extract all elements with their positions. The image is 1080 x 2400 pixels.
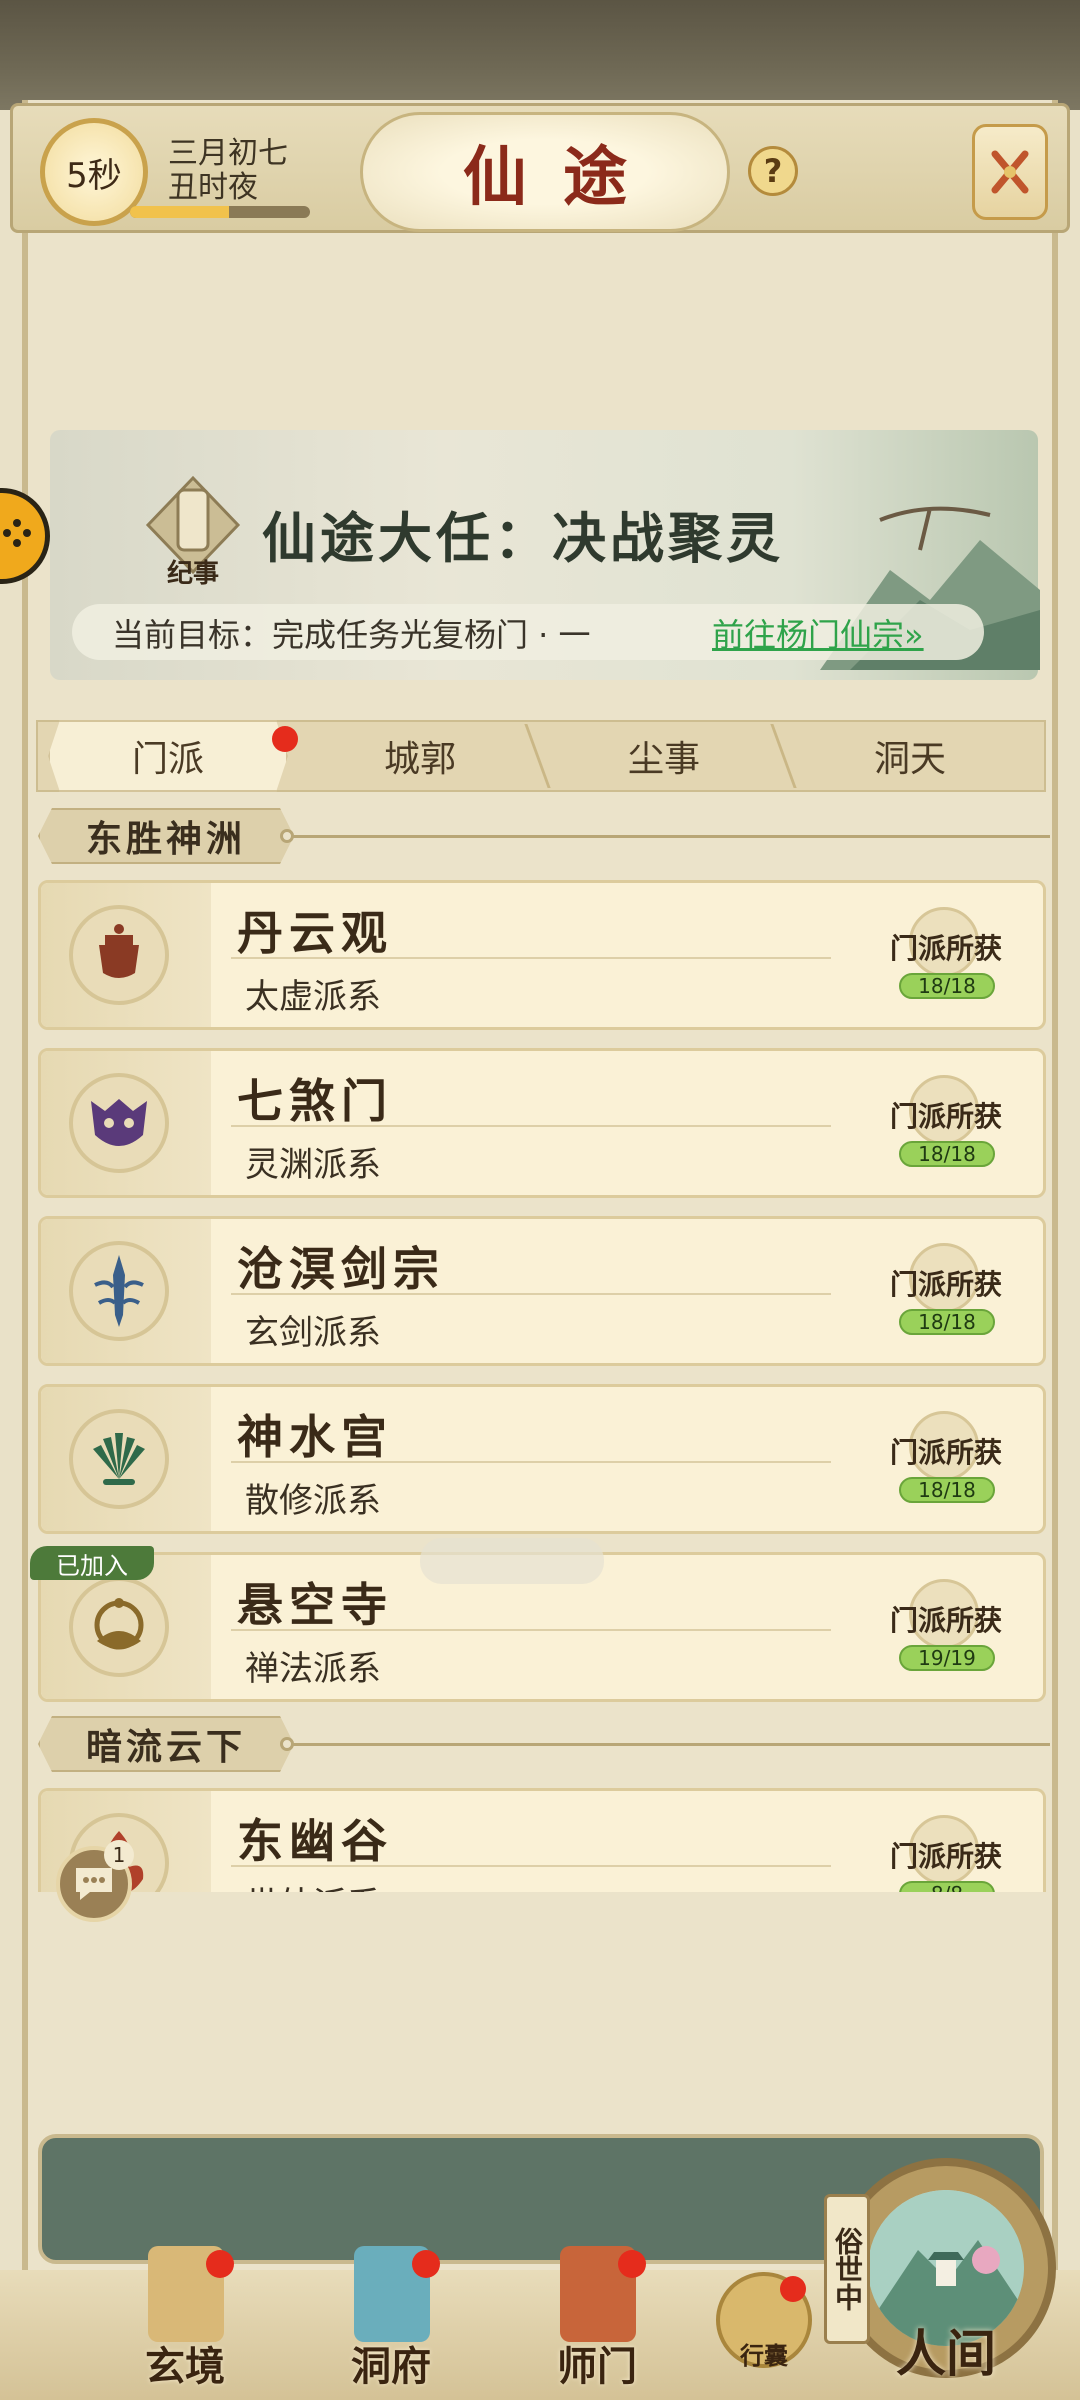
badge-label: 门派所获 — [889, 1268, 1002, 1301]
nav-mystic-realm[interactable]: 玄境 — [110, 2236, 260, 2400]
tab-cities[interactable]: 城郭 — [300, 720, 540, 792]
joined-badge: 已加入 — [30, 1546, 154, 1580]
badge-label: 门派所获 — [889, 1840, 1002, 1873]
quest-goto-label: 前往杨门仙宗 — [712, 616, 905, 654]
time-of-day: 丑时夜 — [168, 170, 258, 205]
nav-master-sect[interactable]: 师门 — [522, 2236, 672, 2400]
badge-count: 18/18 — [899, 973, 995, 999]
help-button[interactable]: ? — [748, 146, 798, 196]
sect-reward-badge[interactable]: 门派所获 8/8 — [881, 1811, 1011, 1892]
list-bottom-area — [28, 1892, 1052, 2142]
region-header: 东胜神洲 — [38, 808, 294, 864]
badge-count: 19/19 — [899, 1645, 995, 1671]
notification-dot — [618, 2250, 646, 2278]
close-button[interactable] — [972, 124, 1048, 220]
notification-dot — [780, 2276, 806, 2302]
lotus-bell-icon — [69, 1577, 169, 1677]
sect-school: 散修派系 — [245, 1481, 381, 1521]
sect-card[interactable]: 沧溟剑宗 玄剑派系 门派所获 18/18 — [38, 1216, 1046, 1366]
sect-card[interactable]: 七煞门 灵渊派系 门派所获 18/18 — [38, 1048, 1046, 1198]
sect-name: 东幽谷 — [237, 1814, 393, 1868]
card-divider — [231, 1629, 831, 1631]
badge-label: 门派所获 — [889, 1604, 1002, 1637]
sect-school: 世外派系 — [245, 1877, 381, 1892]
bag-label: 行囊 — [740, 2341, 788, 2370]
badge-count: 8/8 — [899, 1881, 995, 1892]
chronicle-label: 纪事 — [167, 558, 219, 589]
region-divider-knob — [280, 1737, 294, 1751]
chat-unread-count: 1 — [104, 1840, 134, 1870]
sect-reward-badge[interactable]: 门派所获 18/18 — [881, 1407, 1011, 1517]
sect-reward-badge[interactable]: 门派所获 18/18 — [881, 1239, 1011, 1349]
sect-school: 太虚派系 — [245, 977, 381, 1017]
badge-label: 门派所获 — [889, 1100, 1002, 1133]
badge-label: 门派所获 — [889, 932, 1002, 965]
sect-name: 悬空寺 — [237, 1578, 393, 1632]
toast-placeholder — [420, 1538, 604, 1584]
sect-school: 灵渊派系 — [245, 1145, 381, 1185]
nav-label: 洞府 — [351, 2343, 431, 2390]
sect-card[interactable]: 神水宫 散修派系 门派所获 18/18 — [38, 1384, 1046, 1534]
card-divider — [231, 957, 831, 959]
tab-caves[interactable]: 洞天 — [790, 720, 1030, 792]
badge-count: 18/18 — [899, 1309, 995, 1335]
badge-count: 18/18 — [899, 1477, 995, 1503]
sect-school: 禅法派系 — [245, 1649, 381, 1689]
card-divider — [231, 1865, 831, 1867]
card-divider — [231, 1461, 831, 1463]
close-icon — [991, 150, 1029, 194]
world-label: 人间 — [896, 2324, 996, 2383]
nav-label: 师门 — [557, 2343, 637, 2390]
sect-reward-badge[interactable]: 门派所获 19/19 — [881, 1575, 1011, 1685]
badge-count: 18/18 — [899, 1141, 995, 1167]
top-background — [0, 0, 1080, 110]
notification-dot — [412, 2250, 440, 2278]
chat-bubble-icon — [76, 1868, 112, 1900]
sect-name: 丹云观 — [237, 906, 393, 960]
tab-sects[interactable]: 门派 — [48, 720, 288, 792]
time-progress-bar — [130, 206, 310, 218]
notification-dot — [272, 726, 298, 752]
nav-cave-dwelling[interactable]: 洞府 — [316, 2236, 466, 2400]
sect-name: 沧溟剑宗 — [237, 1242, 445, 1296]
page-title: 仙途 — [463, 140, 663, 215]
time-progress-fill — [130, 206, 229, 218]
quest-title: 仙途大任：决战聚灵 — [262, 506, 784, 570]
sect-school: 玄剑派系 — [245, 1313, 381, 1353]
region-divider-knob — [280, 829, 294, 843]
quest-goal-text: 当前目标：完成任务光复杨门 · 一 — [112, 616, 591, 654]
badge-label: 门派所获 — [889, 1436, 1002, 1469]
sect-name: 七煞门 — [237, 1074, 393, 1128]
sect-reward-badge[interactable]: 门派所获 18/18 — [881, 1071, 1011, 1181]
sect-card[interactable]: 丹云观 太虚派系 门派所获 18/18 — [38, 880, 1046, 1030]
card-divider — [231, 1125, 831, 1127]
notification-dot — [206, 2250, 234, 2278]
sect-card[interactable]: 东幽谷 世外派系 门派所获 8/8 — [38, 1788, 1046, 1892]
quest-goto-link[interactable]: 前往杨门仙宗» — [712, 610, 924, 656]
cauldron-icon — [69, 905, 169, 1005]
nav-label: 玄境 — [145, 2343, 225, 2390]
tab-affairs[interactable]: 尘事 — [544, 720, 784, 792]
fan-leaf-icon — [69, 1409, 169, 1509]
sect-name: 神水宫 — [237, 1410, 393, 1464]
region-header: 暗流云下 — [38, 1716, 294, 1772]
demon-mask-icon — [69, 1073, 169, 1173]
sect-reward-badge[interactable]: 门派所获 18/18 — [881, 903, 1011, 1013]
region-divider — [290, 1743, 1050, 1746]
chronicle-scroll-icon: 纪事 — [145, 475, 241, 589]
region-divider — [290, 835, 1050, 838]
sword-icon — [69, 1241, 169, 1341]
world-status-tag: 俗世中 — [824, 2194, 870, 2344]
card-divider — [231, 1293, 831, 1295]
gamepad-icon — [3, 519, 31, 547]
chevron-right-icon: » — [904, 616, 924, 654]
title-plate: 仙途 — [360, 112, 730, 232]
